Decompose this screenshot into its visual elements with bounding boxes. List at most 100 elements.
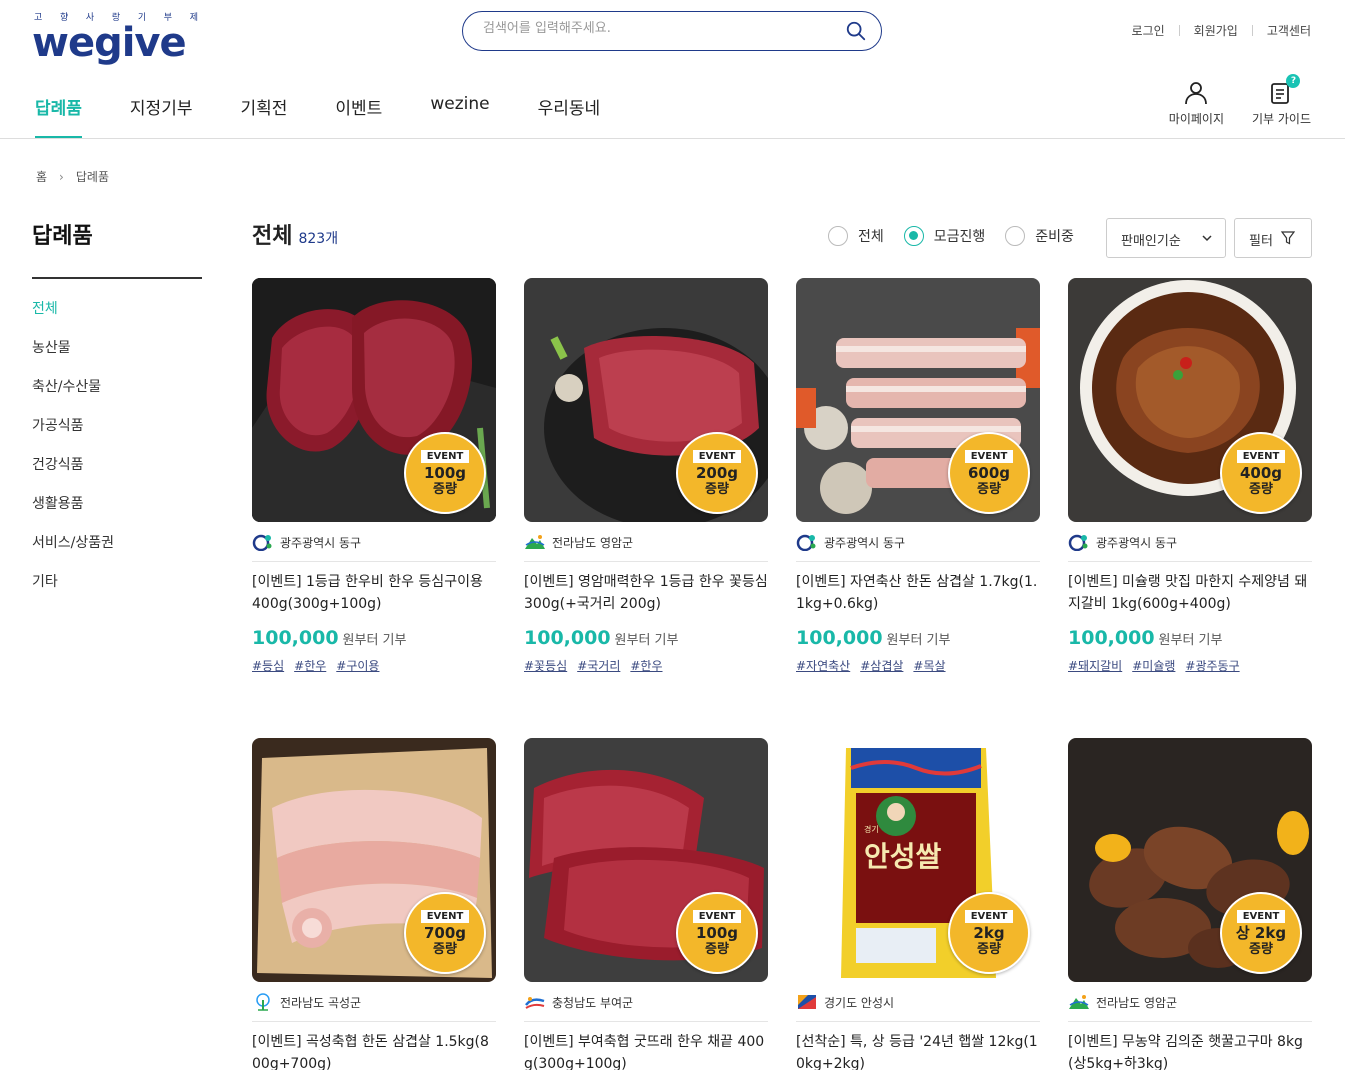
yeongam-logo-icon — [1069, 995, 1089, 1009]
sidebar-divider — [32, 277, 202, 279]
category-service-voucher[interactable]: 서비스/상품권 — [32, 532, 114, 571]
card-divider — [252, 561, 496, 562]
card-divider — [524, 561, 768, 562]
filter-button[interactable]: 필터 — [1234, 218, 1312, 258]
card-divider — [1068, 561, 1312, 562]
search-input[interactable] — [483, 21, 823, 36]
product-title[interactable]: [이벤트] 1등급 한우비 한우 등심구이용 400g(300g+100g) — [252, 571, 496, 615]
category-etc[interactable]: 기타 — [32, 571, 114, 610]
tag-link[interactable]: #자연축산 — [796, 657, 850, 674]
tag-link[interactable]: #구이용 — [336, 657, 379, 674]
tag-link[interactable]: #한우 — [294, 657, 326, 674]
category-livestock-seafood[interactable]: 축산/수산물 — [32, 376, 114, 415]
breadcrumb-home[interactable]: 홈 — [36, 168, 47, 185]
event-increase: 증량 — [977, 481, 1001, 497]
event-increase: 증량 — [1249, 941, 1273, 957]
price-unit: 원부터 기부 — [886, 633, 951, 648]
product-title[interactable]: [이벤트] 무농약 김의준 햇꿀고구마 8kg(상5kg+하3kg) — [1068, 1031, 1312, 1070]
category-agriculture[interactable]: 농산물 — [32, 337, 114, 376]
product-card[interactable]: EVENT 100g 증량 광주광역시 동구 [이벤트] 1등급 한우비 한우 … — [252, 278, 496, 674]
product-title[interactable]: [이벤트] 영암매력한우 1등급 한우 꽃등심 300g(+국거리 200g) — [524, 571, 768, 615]
guide-label: 기부 가이드 — [1251, 112, 1311, 126]
event-badge: EVENT 200g 증량 — [676, 432, 758, 514]
product-image[interactable]: EVENT 600g 증량 — [796, 278, 1040, 522]
category-all[interactable]: 전체 — [32, 298, 114, 337]
gokseong-logo-icon — [256, 993, 270, 1011]
nav-gifts[interactable]: 답례품 — [35, 94, 82, 139]
product-title[interactable]: [이벤트] 부여축협 굿뜨래 한우 채끝 400g(300g+100g) — [524, 1031, 768, 1070]
region-name: 광주광역시 동구 — [1096, 535, 1178, 550]
product-title[interactable]: [이벤트] 미슐랭 맛집 마한지 수제양념 돼지갈비 1kg(600g+400g… — [1068, 571, 1312, 615]
region-name: 충청남도 부여군 — [552, 995, 634, 1010]
login-link[interactable]: 로그인 — [1132, 22, 1165, 39]
product-image[interactable]: EVENT 400g 증량 — [1068, 278, 1312, 522]
site-logo[interactable]: 고 향 사 랑 기 부 제 wegive — [32, 10, 202, 66]
chevron-down-icon — [1202, 235, 1212, 242]
search-icon[interactable] — [845, 20, 867, 42]
card-divider — [252, 1021, 496, 1022]
event-amount: 100g — [695, 923, 739, 942]
tag-link[interactable]: #삼겹살 — [860, 657, 903, 674]
product-card[interactable]: EVENT 200g 증량 전라남도 영암군 [이벤트] 영암매력한우 1등급 … — [524, 278, 768, 674]
header-icons: 마이페이지 ? 기부 가이드 — [1169, 74, 1311, 127]
tag-link[interactable]: #한우 — [630, 657, 662, 674]
product-image[interactable]: EVENT 200g 증량 — [524, 278, 768, 522]
event-badge: EVENT 400g 증량 — [1220, 432, 1302, 514]
gwangju-donggu-logo-icon — [1068, 534, 1088, 551]
tag-list: #자연축산 #삼겹살 #목살 — [796, 657, 1040, 674]
nav-neighborhood[interactable]: 우리동네 — [538, 94, 601, 138]
product-title[interactable]: [이벤트] 자연축산 한돈 삼겹살 1.7kg(1.1kg+0.6kg) — [796, 571, 1040, 615]
nav-designated-donation[interactable]: 지정기부 — [130, 94, 193, 138]
donation-guide-button[interactable]: ? 기부 가이드 — [1251, 74, 1311, 127]
product-card[interactable]: EVENT 700g 증량 전라남도 곡성군 [이벤트] 곡성축협 한돈 삼겹살… — [252, 738, 496, 1070]
nav-wezine[interactable]: wezine — [430, 94, 489, 138]
radio-preparing[interactable]: 준비중 — [1005, 226, 1074, 246]
event-amount: 2kg — [973, 923, 1005, 942]
radio-circle — [903, 226, 924, 246]
region-name: 경기도 안성시 — [824, 995, 895, 1010]
product-card[interactable]: 경기 안성쌀 EVENT 2kg 증량 경기도 안성시 [선착순] 특, 상 등… — [796, 738, 1040, 1070]
customer-center-link[interactable]: 고객센터 — [1267, 22, 1311, 39]
product-card[interactable]: EVENT 100g 증량 충청남도 부여군 [이벤트] 부여축협 굿뜨래 한우… — [524, 738, 768, 1070]
event-increase: 증량 — [705, 481, 729, 497]
product-title[interactable]: [선착순] 특, 상 등급 '24년 햅쌀 12kg(10kg+2kg) — [796, 1031, 1040, 1070]
tag-link[interactable]: #미슐랭 — [1132, 657, 1175, 674]
region-name: 전라남도 영암군 — [1096, 995, 1178, 1010]
event-label: EVENT — [420, 909, 470, 923]
tag-link[interactable]: #돼지갈비 — [1068, 657, 1122, 674]
event-amount: 400g — [1239, 463, 1283, 482]
product-image[interactable]: EVENT 100g 증량 — [524, 738, 768, 982]
nav-exhibition[interactable]: 기획전 — [240, 94, 287, 138]
product-image[interactable]: EVENT 700g 증량 — [252, 738, 496, 982]
radio-label: 전체 — [858, 229, 884, 245]
radio-circle — [1005, 226, 1026, 246]
signup-link[interactable]: 회원가입 — [1194, 22, 1238, 39]
product-image[interactable]: EVENT 100g 증량 — [252, 278, 496, 522]
radio-in-progress[interactable]: 모금진행 — [903, 226, 985, 246]
sort-select[interactable]: 판매인기순 — [1106, 218, 1226, 258]
product-image[interactable]: 경기 안성쌀 EVENT 2kg 증량 — [796, 738, 1040, 982]
radio-circle — [828, 226, 848, 246]
tag-link[interactable]: #목살 — [913, 657, 945, 674]
tag-link[interactable]: #광주동구 — [1185, 657, 1239, 674]
category-list: 전체 농산물 축산/수산물 가공식품 건강식품 생활용품 서비스/상품권 기타 — [32, 298, 114, 610]
category-processed-food[interactable]: 가공식품 — [32, 415, 114, 454]
product-image[interactable]: EVENT 상 2kg 증량 — [1068, 738, 1312, 982]
guide-badge: ? — [1286, 74, 1301, 88]
category-health-food[interactable]: 건강식품 — [32, 454, 114, 493]
product-card[interactable]: EVENT 상 2kg 증량 전라남도 영암군 [이벤트] 무농약 김의준 햇꿀… — [1068, 738, 1312, 1070]
content-title: 전체 — [252, 224, 293, 249]
event-increase: 증량 — [705, 941, 729, 957]
product-card[interactable]: EVENT 600g 증량 광주광역시 동구 [이벤트] 자연축산 한돈 삼겹살… — [796, 278, 1040, 674]
radio-label: 준비중 — [1035, 229, 1074, 245]
tag-link[interactable]: #국거리 — [577, 657, 620, 674]
tag-link[interactable]: #꽃등심 — [524, 657, 567, 674]
product-title[interactable]: [이벤트] 곡성축협 한돈 삼겹살 1.5kg(800g+700g) — [252, 1031, 496, 1070]
category-household[interactable]: 생활용품 — [32, 493, 114, 532]
product-card[interactable]: EVENT 400g 증량 광주광역시 동구 [이벤트] 미슐랭 맛집 마한지 … — [1068, 278, 1312, 674]
radio-all[interactable]: 전체 — [828, 226, 884, 246]
nav-event[interactable]: 이벤트 — [335, 94, 382, 138]
event-label: EVENT — [1236, 909, 1286, 923]
tag-link[interactable]: #등심 — [252, 657, 284, 674]
mypage-button[interactable]: 마이페이지 — [1169, 80, 1224, 127]
